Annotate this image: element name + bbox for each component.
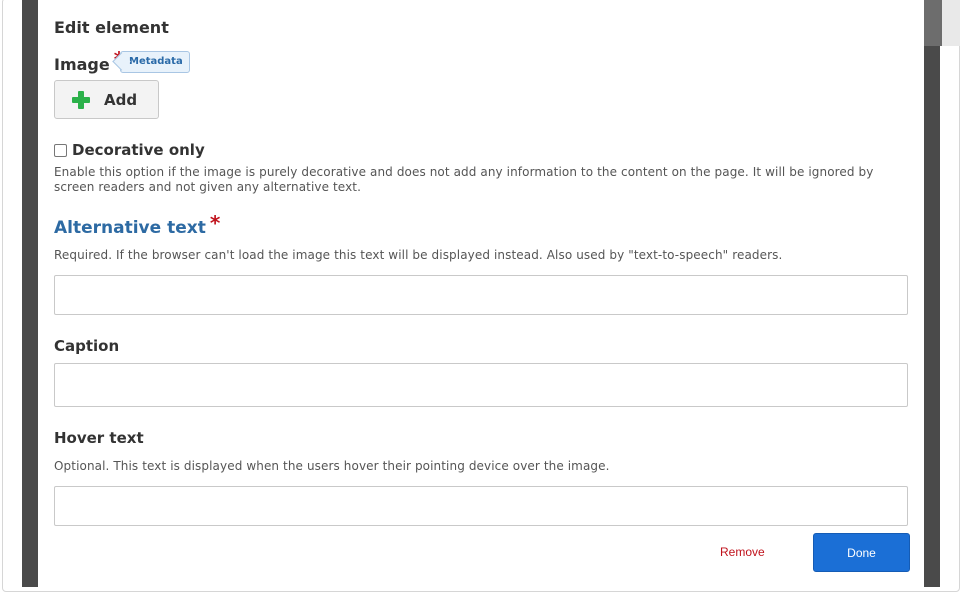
add-image-button[interactable]: Add	[54, 80, 159, 119]
decorative-only-checkbox[interactable]	[54, 143, 67, 157]
caption-input[interactable]	[54, 363, 908, 407]
background-page-edge	[940, 0, 960, 46]
metadata-tag: Metadata	[120, 51, 190, 73]
hover-text-input[interactable]	[54, 486, 908, 526]
image-field-label: Image *	[54, 47, 124, 76]
dialog-title: Edit element	[54, 18, 169, 37]
image-label-text: Image	[54, 54, 110, 74]
required-marker: *	[209, 211, 221, 235]
decorative-only-label[interactable]: Decorative only	[72, 141, 205, 159]
hover-text-help: Optional. This text is displayed when th…	[54, 459, 610, 473]
plus-icon	[72, 90, 90, 109]
alt-text-help: Required. If the browser can't load the …	[54, 248, 783, 262]
add-button-label: Add	[104, 90, 138, 109]
remove-button[interactable]: Remove	[720, 545, 765, 559]
decorative-help-text: Enable this option if the image is purel…	[54, 165, 874, 194]
hover-text-label: Hover text	[54, 429, 144, 447]
edit-element-dialog: Edit element Image * Metadata Add Decora…	[38, 0, 924, 587]
decorative-only-row: Decorative only	[54, 141, 205, 159]
alt-text-input[interactable]	[54, 275, 908, 315]
overlay-corner	[924, 0, 942, 46]
done-button[interactable]: Done	[813, 533, 910, 572]
caption-label: Caption	[54, 337, 120, 355]
alt-text-label-text: Alternative text	[54, 218, 206, 238]
alt-text-label: Alternative text *	[54, 211, 220, 240]
